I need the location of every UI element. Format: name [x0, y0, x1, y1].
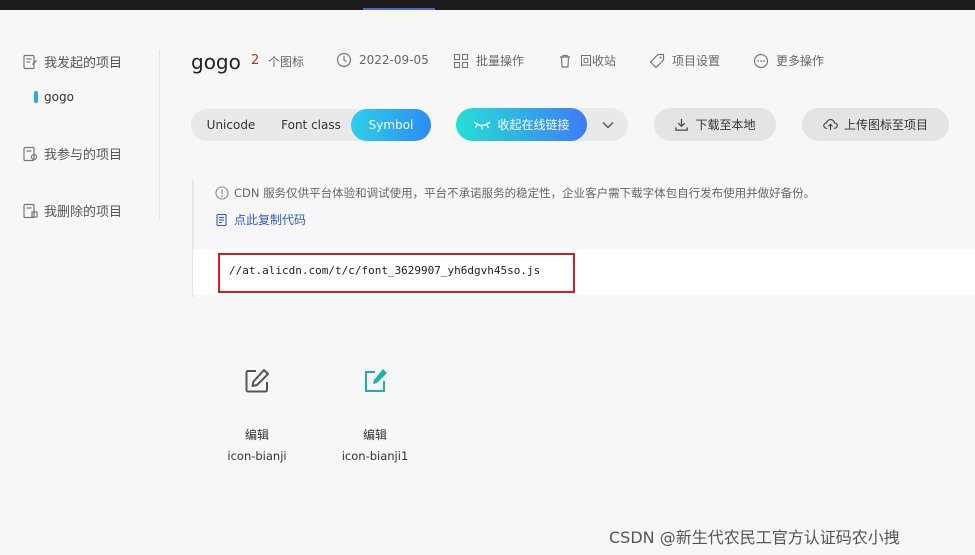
tag-icon [649, 53, 665, 68]
batch-ops-label: 批量操作 [476, 54, 525, 68]
copy-icon [216, 213, 227, 226]
clock-icon [336, 52, 352, 68]
icon-count-label: 个图标 [268, 55, 305, 69]
edit-icon [207, 360, 307, 402]
batch-ops-button[interactable]: 批量操作 [453, 52, 524, 69]
icon-card-bianji[interactable]: 编辑 icon-bianji [207, 360, 307, 463]
cdn-notice-text: CDN 服务仅供平台体验和调试使用，平台不承诺服务的稳定性，企业客户需下载字体包… [234, 186, 816, 200]
copy-code-label: 点此复制代码 [234, 213, 307, 227]
sidebar-item-deleted-projects[interactable]: 我删除的项目 [22, 201, 122, 220]
format-tabs: Unicode Font class Symbol [191, 109, 431, 141]
icon-name: 编辑 [362, 428, 387, 442]
download-button[interactable]: 下载至本地 [654, 108, 776, 141]
chevron-down-icon [602, 121, 613, 128]
project-settings-label: 项目设置 [672, 54, 721, 68]
tab-symbol[interactable]: Symbol [351, 109, 431, 141]
highlight-frame [218, 253, 575, 293]
sidebar-project-label: gogo [44, 90, 74, 104]
collapse-cdn-button[interactable]: 收起在线链接 [456, 108, 587, 141]
upload-label: 上传图标至项目 [843, 118, 928, 132]
joined-projects-icon [23, 146, 38, 161]
tab-font-class[interactable]: Font class [271, 109, 351, 141]
sidebar-item-label: 我发起的项目 [44, 56, 123, 71]
project-list-icon [23, 54, 37, 69]
sidebar-item-label: 我参与的项目 [44, 148, 123, 163]
copy-code-link[interactable]: 点此复制代码 [215, 211, 306, 228]
sidebar-item-label: 我删除的项目 [44, 205, 123, 220]
tab-unicode[interactable]: Unicode [191, 109, 271, 141]
icon-name: 编辑 [244, 428, 269, 442]
eye-closed-icon [474, 120, 491, 129]
download-icon [675, 118, 689, 131]
grid-icon [453, 53, 469, 68]
more-ops-label: 更多操作 [776, 54, 825, 68]
icon-card-bianji1[interactable]: 编辑 icon-bianji1 [325, 360, 425, 463]
deleted-projects-icon [23, 203, 38, 218]
icon-count: 2 [251, 53, 260, 68]
cdn-dropdown-toggle[interactable] [587, 108, 628, 141]
project-title: gogo [191, 50, 241, 74]
recycle-bin-label: 回收站 [580, 54, 617, 68]
recycle-bin-button[interactable]: 回收站 [557, 52, 616, 69]
sidebar-item-my-projects[interactable]: 我发起的项目 [22, 52, 122, 71]
top-nav-bar [0, 0, 975, 10]
cdn-link-label: 收起在线链接 [497, 118, 570, 132]
project-settings-button[interactable]: 项目设置 [649, 52, 720, 69]
sidebar-divider [159, 50, 160, 220]
sidebar-project-gogo[interactable]: gogo [34, 90, 74, 104]
created-date: 2022-09-05 [336, 52, 429, 68]
more-dots-icon [753, 53, 769, 68]
edit-teal-icon [325, 360, 425, 402]
icon-code: icon-bianji [227, 449, 287, 463]
cdn-link-button[interactable]: 收起在线链接 [456, 108, 628, 141]
date-text: 2022-09-05 [359, 53, 429, 67]
cdn-notice: CDN 服务仅供平台体验和调试使用，平台不承诺服务的稳定性，企业客户需下载字体包… [215, 185, 815, 201]
nav-active-indicator [363, 8, 435, 10]
watermark: CSDN @新生代农民工官方认证码农小拽 [609, 528, 900, 547]
sidebar [0, 10, 160, 555]
cloud-upload-icon [823, 119, 838, 131]
trash-icon [560, 54, 570, 68]
info-icon [215, 186, 229, 200]
upload-button[interactable]: 上传图标至项目 [802, 108, 949, 141]
sidebar-item-joined-projects[interactable]: 我参与的项目 [22, 144, 122, 163]
active-marker [34, 91, 38, 103]
more-ops-button[interactable]: 更多操作 [753, 52, 824, 69]
download-label: 下载至本地 [695, 118, 756, 132]
icon-code: icon-bianji1 [341, 449, 409, 463]
